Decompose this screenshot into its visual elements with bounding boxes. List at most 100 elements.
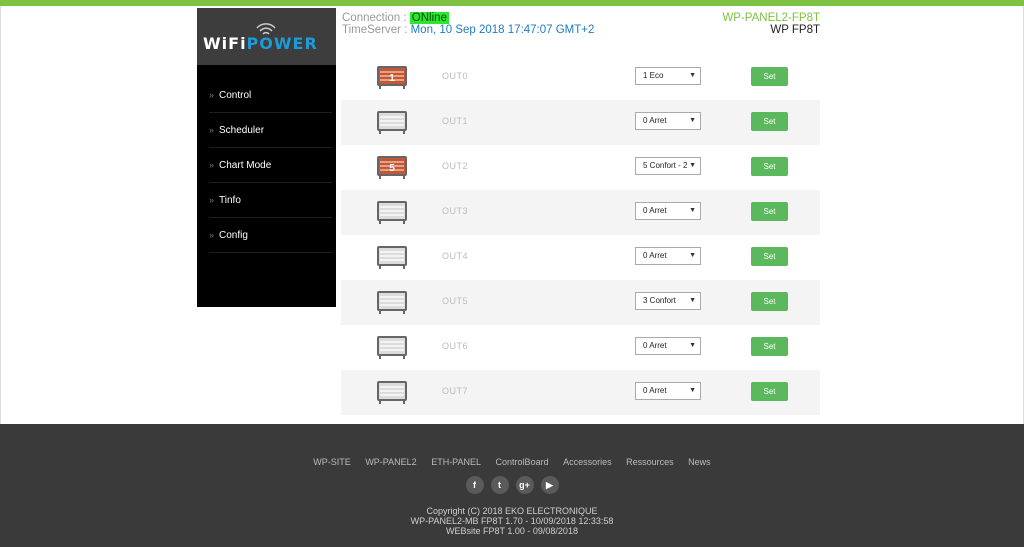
- footer-link-wp-panel2[interactable]: WP-PANEL2: [365, 457, 416, 467]
- logo: WiFiPOWER: [197, 8, 336, 65]
- footer-link-controlboard[interactable]: ControlBoard: [496, 457, 549, 467]
- output-row: OUT4 0 Arret ▼ Set: [341, 235, 820, 280]
- set-button[interactable]: Set: [751, 112, 788, 131]
- mode-select-value: 0 Arret: [643, 206, 667, 215]
- radiator-mode-badge: 5: [389, 163, 395, 174]
- mode-select[interactable]: 0 Arret ▼: [635, 112, 701, 130]
- output-label: OUT4: [442, 251, 469, 261]
- output-row: OUT7 0 Arret ▼ Set: [341, 370, 820, 415]
- sidebar: WiFiPOWER » Control » Scheduler » Chart Mod…: [197, 8, 336, 307]
- logo-text-left: WiFi: [203, 34, 247, 53]
- firmware-version: WP-PANEL2-MB FP8T 1.70 - 10/09/2018 12:3…: [410, 516, 614, 526]
- footer-link-news[interactable]: News: [688, 457, 711, 467]
- chevron-right-icon: »: [209, 90, 215, 100]
- mode-select[interactable]: 0 Arret ▼: [635, 382, 701, 400]
- mode-select-value: 0 Arret: [643, 116, 667, 125]
- sidebar-item-label: Control: [219, 89, 252, 101]
- output-row: OUT3 0 Arret ▼ Set: [341, 190, 820, 235]
- sidebar-item-tinfo[interactable]: » Tinfo: [209, 183, 332, 218]
- google-plus-icon[interactable]: g+: [515, 476, 534, 494]
- sidebar-item-scheduler[interactable]: » Scheduler: [209, 113, 332, 148]
- radiator-mode-badge: 1: [389, 73, 395, 84]
- chevron-down-icon: ▼: [687, 383, 696, 399]
- mode-select[interactable]: 0 Arret ▼: [635, 337, 701, 355]
- mode-select-value: 1 Eco: [643, 71, 664, 80]
- footer-copyright-block: Copyright (C) 2018 EKO ELECTRONIQUE WP-P…: [0, 506, 1024, 536]
- output-label: OUT7: [442, 386, 469, 396]
- output-row: 1 OUT0 1 Eco ▼ Set: [341, 55, 820, 100]
- sidebar-item-label: Chart Mode: [219, 159, 272, 171]
- footer-link-eth-panel[interactable]: ETH-PANEL: [431, 457, 481, 467]
- sidebar-item-config[interactable]: » Config: [209, 218, 332, 253]
- logo-text: WiFiPOWER: [203, 34, 318, 53]
- chevron-right-icon: »: [209, 230, 215, 240]
- output-list: 1 OUT0 1 Eco ▼ Set OUT1 0 Arret ▼ Set 5 OUT2 5 Conf…: [341, 55, 820, 415]
- mode-select[interactable]: 3 Confort ▼: [635, 292, 701, 310]
- mode-select[interactable]: 0 Arret ▼: [635, 202, 701, 220]
- footer-link-ressources[interactable]: Ressources: [626, 457, 674, 467]
- sidebar-item-control[interactable]: » Control: [209, 78, 332, 113]
- chevron-down-icon: ▼: [687, 203, 696, 219]
- footer: WP-SITE WP-PANEL2 ETH-PANEL ControlBoard…: [0, 424, 1024, 547]
- frame-border-left: [0, 6, 1, 424]
- radiator-icon: [377, 291, 407, 314]
- set-button[interactable]: Set: [751, 292, 788, 311]
- output-row: OUT6 0 Arret ▼ Set: [341, 325, 820, 370]
- connection-line: Connection : ONline: [342, 12, 449, 24]
- output-row: OUT5 3 Confort ▼ Set: [341, 280, 820, 325]
- sidebar-item-label: Scheduler: [219, 124, 265, 136]
- mode-select[interactable]: 0 Arret ▼: [635, 247, 701, 265]
- set-button[interactable]: Set: [751, 337, 788, 356]
- youtube-icon[interactable]: ▶: [540, 476, 559, 494]
- output-label: OUT1: [442, 116, 469, 126]
- website-version: WEBsite FP8T 1.00 - 09/08/2018: [446, 526, 578, 536]
- output-label: OUT0: [442, 71, 469, 81]
- timeserver-label: TimeServer :: [342, 24, 408, 36]
- copyright-text: Copyright (C) 2018 EKO ELECTRONIQUE: [426, 506, 598, 516]
- mode-select-value: 3 Confort: [643, 296, 676, 305]
- chevron-down-icon: ▼: [687, 158, 696, 174]
- set-button[interactable]: Set: [751, 202, 788, 221]
- radiator-icon: [377, 381, 407, 404]
- top-accent-bar: [0, 0, 1024, 6]
- chevron-down-icon: ▼: [687, 338, 696, 354]
- sidebar-menu: » Control » Scheduler » Chart Mode » Tinfo »…: [209, 78, 332, 253]
- output-label: OUT3: [442, 206, 469, 216]
- mode-select[interactable]: 5 Confort - 2o ▼: [635, 157, 701, 175]
- footer-link-accessories[interactable]: Accessories: [563, 457, 612, 467]
- twitter-icon[interactable]: t: [490, 476, 509, 494]
- radiator-icon: 5: [377, 156, 407, 179]
- output-row: OUT1 0 Arret ▼ Set: [341, 100, 820, 145]
- chevron-right-icon: »: [209, 125, 215, 135]
- device-model: WP FP8T: [770, 24, 820, 36]
- radiator-icon: [377, 201, 407, 224]
- sidebar-item-label: Tinfo: [219, 194, 241, 206]
- set-button[interactable]: Set: [751, 67, 788, 86]
- timeserver-line: TimeServer : Mon, 10 Sep 2018 17:47:07 G…: [342, 24, 594, 36]
- radiator-icon: 1: [377, 66, 407, 89]
- mode-select[interactable]: 1 Eco ▼: [635, 67, 701, 85]
- chevron-right-icon: »: [209, 195, 215, 205]
- timeserver-value: Mon, 10 Sep 2018 17:47:07 GMT+2: [410, 24, 595, 36]
- sidebar-item-chart-mode[interactable]: » Chart Mode: [209, 148, 332, 183]
- radiator-icon: [377, 246, 407, 269]
- set-button[interactable]: Set: [751, 247, 788, 266]
- set-button[interactable]: Set: [751, 382, 788, 401]
- logo-text-right: POWER: [246, 34, 318, 53]
- radiator-icon: [377, 336, 407, 359]
- facebook-icon[interactable]: f: [465, 476, 484, 494]
- output-label: OUT2: [442, 161, 469, 171]
- mode-select-value: 0 Arret: [643, 251, 667, 260]
- mode-select-value: 0 Arret: [643, 341, 667, 350]
- footer-link-wp-site[interactable]: WP-SITE: [313, 457, 351, 467]
- sidebar-item-label: Config: [219, 229, 248, 241]
- device-name: WP-PANEL2-FP8T: [722, 12, 820, 24]
- mode-select-value: 5 Confort - 2o: [643, 161, 692, 170]
- radiator-icon: [377, 111, 407, 134]
- mode-select-value: 0 Arret: [643, 386, 667, 395]
- set-button[interactable]: Set: [751, 157, 788, 176]
- connection-status-badge: ONline: [409, 12, 449, 24]
- social-icons: f t g+ ▶: [0, 476, 1024, 494]
- chevron-right-icon: »: [209, 160, 215, 170]
- chevron-down-icon: ▼: [687, 293, 696, 309]
